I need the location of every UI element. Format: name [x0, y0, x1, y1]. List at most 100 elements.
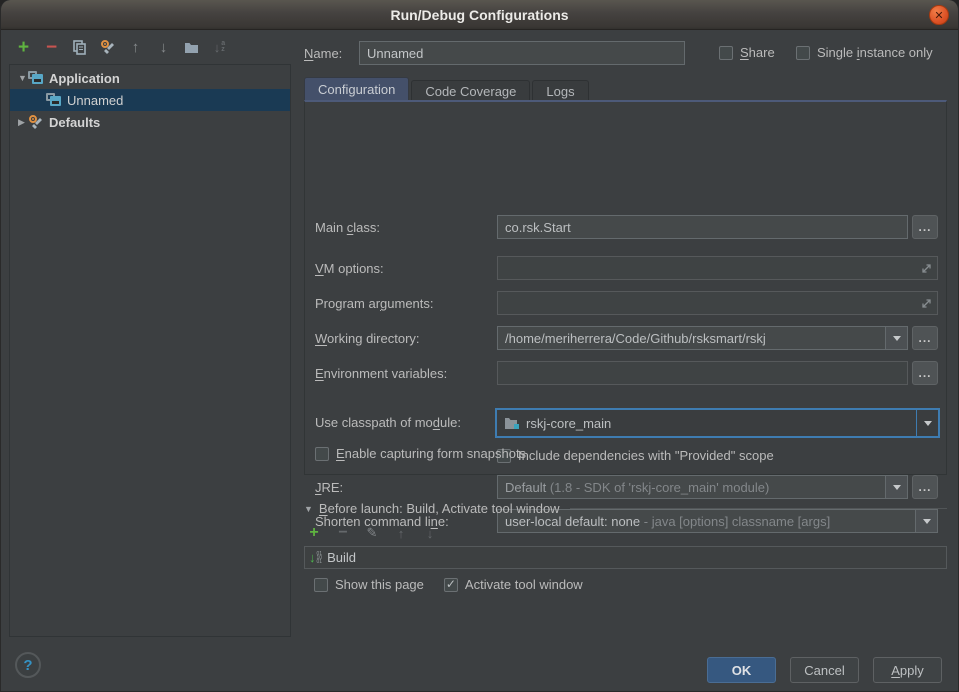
before-launch-task-build[interactable]: ↓ 011001 Build — [304, 546, 947, 569]
checkbox-box[interactable] — [315, 447, 329, 461]
ellipsis-icon: ... — [918, 480, 931, 494]
environment-variables-browse-button[interactable]: ... — [912, 361, 938, 385]
configuration-tabs: Configuration Code Coverage Logs — [304, 77, 591, 101]
tab-code-coverage[interactable]: Code Coverage — [411, 80, 530, 101]
name-input[interactable] — [359, 41, 685, 65]
use-classpath-label: Use classpath of module: — [315, 415, 461, 430]
dropdown-arrow-icon[interactable] — [885, 327, 907, 349]
before-launch-title: Before launch: Build, Activate tool wind… — [319, 501, 560, 516]
ellipsis-icon: ... — [918, 366, 931, 380]
chevron-expanded-icon[interactable]: ▼ — [304, 504, 313, 514]
program-arguments-field[interactable] — [497, 291, 938, 315]
move-task-up-button[interactable]: ↑ — [393, 525, 409, 541]
close-icon: ✕ — [934, 9, 943, 22]
checkbox-box-checked[interactable] — [444, 578, 458, 592]
copy-configuration-button[interactable] — [69, 36, 90, 58]
ellipsis-icon: ... — [918, 331, 931, 345]
ok-button[interactable]: OK — [707, 657, 776, 683]
chevron-expanded-icon[interactable]: ▼ — [18, 73, 28, 83]
arrow-down-icon: ↓ — [427, 527, 434, 540]
titlebar[interactable]: Run/Debug Configurations ✕ — [1, 0, 958, 30]
main-class-label: Main class: — [315, 220, 380, 235]
ellipsis-icon: ... — [918, 220, 931, 234]
before-launch-header[interactable]: ▼ Before launch: Build, Activate tool wi… — [304, 501, 947, 516]
environment-variables-field[interactable] — [497, 361, 908, 385]
dropdown-arrow-icon[interactable] — [916, 410, 938, 436]
tree-item-label: Defaults — [49, 115, 100, 130]
checkbox-box[interactable] — [314, 578, 328, 592]
divider — [570, 508, 947, 509]
move-task-down-button[interactable]: ↓ — [422, 525, 438, 541]
checkbox-box[interactable] — [719, 46, 733, 60]
remove-task-button[interactable]: − — [335, 525, 351, 541]
edit-pencil-icon: ✎ — [367, 525, 378, 541]
jre-browse-button[interactable]: ... — [912, 475, 938, 499]
working-directory-value: /home/meriherrera/Code/Github/rsksmart/r… — [498, 331, 885, 346]
vm-options-label: VM options: — [315, 261, 384, 276]
remove-icon: − — [338, 525, 347, 541]
edit-defaults-button[interactable] — [97, 36, 118, 58]
create-folder-button[interactable] — [181, 36, 202, 58]
main-class-browse-button[interactable]: ... — [912, 215, 938, 239]
add-configuration-button[interactable]: + — [13, 36, 34, 58]
add-task-button[interactable]: + — [306, 525, 322, 541]
dialog-title: Run/Debug Configurations — [390, 7, 568, 23]
tree-item-unnamed[interactable]: Unnamed — [10, 89, 290, 111]
tree-item-application[interactable]: ▼ Application — [10, 67, 290, 89]
single-instance-checkbox[interactable]: Single instance only — [796, 45, 933, 60]
include-provided-checkbox[interactable]: Include dependencies with "Provided" sco… — [497, 448, 774, 463]
before-launch-options: Show this page Activate tool window — [314, 577, 583, 592]
show-this-page-checkbox[interactable]: Show this page — [314, 577, 424, 592]
move-down-button[interactable]: ↓ — [153, 36, 174, 58]
defaults-wrench-icon — [28, 114, 44, 130]
chevron-collapsed-icon[interactable]: ▶ — [18, 117, 28, 128]
apply-button[interactable]: Apply — [873, 657, 942, 683]
checkbox-box[interactable] — [796, 46, 810, 60]
copy-icon — [72, 40, 87, 55]
activate-tool-window-checkbox[interactable]: Activate tool window — [444, 577, 583, 592]
folder-icon — [184, 41, 199, 54]
arrow-up-icon: ↑ — [398, 527, 405, 540]
tab-logs[interactable]: Logs — [532, 80, 588, 101]
main-class-value: co.rsk.Start — [505, 220, 571, 235]
settings-wrench-icon — [100, 39, 116, 55]
help-button[interactable]: ? — [15, 652, 41, 678]
vm-options-field[interactable] — [497, 256, 938, 280]
remove-icon: − — [46, 38, 57, 57]
sort-alphabetically-icon: ↓az — [214, 41, 225, 54]
help-icon: ? — [23, 657, 32, 674]
edit-task-button[interactable]: ✎ — [364, 525, 380, 541]
use-classpath-combo[interactable]: rskj-core_main — [495, 408, 940, 438]
add-icon: + — [18, 38, 29, 57]
tree-item-label: Application — [49, 71, 120, 86]
run-debug-configurations-dialog: Run/Debug Configurations ✕ + − ↑ ↓ — [0, 0, 959, 692]
sort-configurations-button[interactable]: ↓az — [209, 36, 230, 58]
close-button[interactable]: ✕ — [929, 5, 949, 25]
remove-configuration-button[interactable]: − — [41, 36, 62, 58]
tree-item-defaults[interactable]: ▶ Defaults — [10, 111, 290, 133]
working-directory-browse-button[interactable]: ... — [912, 326, 938, 350]
capture-snapshots-checkbox-row[interactable]: Enable capturing form snapshots — [315, 446, 526, 461]
name-label: Name: — [304, 46, 342, 61]
single-instance-label: Single instance only — [817, 45, 933, 60]
cancel-button[interactable]: Cancel — [790, 657, 859, 683]
application-icon — [28, 71, 44, 85]
share-label: Share — [740, 45, 775, 60]
use-classpath-value: rskj-core_main — [521, 416, 916, 431]
dropdown-arrow-icon[interactable] — [885, 476, 907, 498]
expand-field-icon[interactable] — [921, 298, 932, 309]
tab-configuration[interactable]: Configuration — [304, 77, 409, 101]
share-checkbox[interactable]: Share — [719, 45, 775, 60]
include-provided-label: Include dependencies with "Provided" sco… — [518, 448, 774, 463]
add-icon: + — [309, 525, 318, 541]
jre-combo[interactable]: Default (1.8 - SDK of 'rskj-core_main' m… — [497, 475, 908, 499]
configurations-toolbar: + − ↑ ↓ ↓az — [13, 36, 230, 58]
before-launch-toolbar: + − ✎ ↑ ↓ — [306, 525, 438, 541]
main-class-field[interactable]: co.rsk.Start — [497, 215, 908, 239]
arrow-up-icon: ↑ — [132, 40, 140, 55]
show-this-page-label: Show this page — [335, 577, 424, 592]
expand-field-icon[interactable] — [921, 263, 932, 274]
module-icon — [504, 417, 521, 430]
move-up-button[interactable]: ↑ — [125, 36, 146, 58]
working-directory-combo[interactable]: /home/meriherrera/Code/Github/rsksmart/r… — [497, 326, 908, 350]
